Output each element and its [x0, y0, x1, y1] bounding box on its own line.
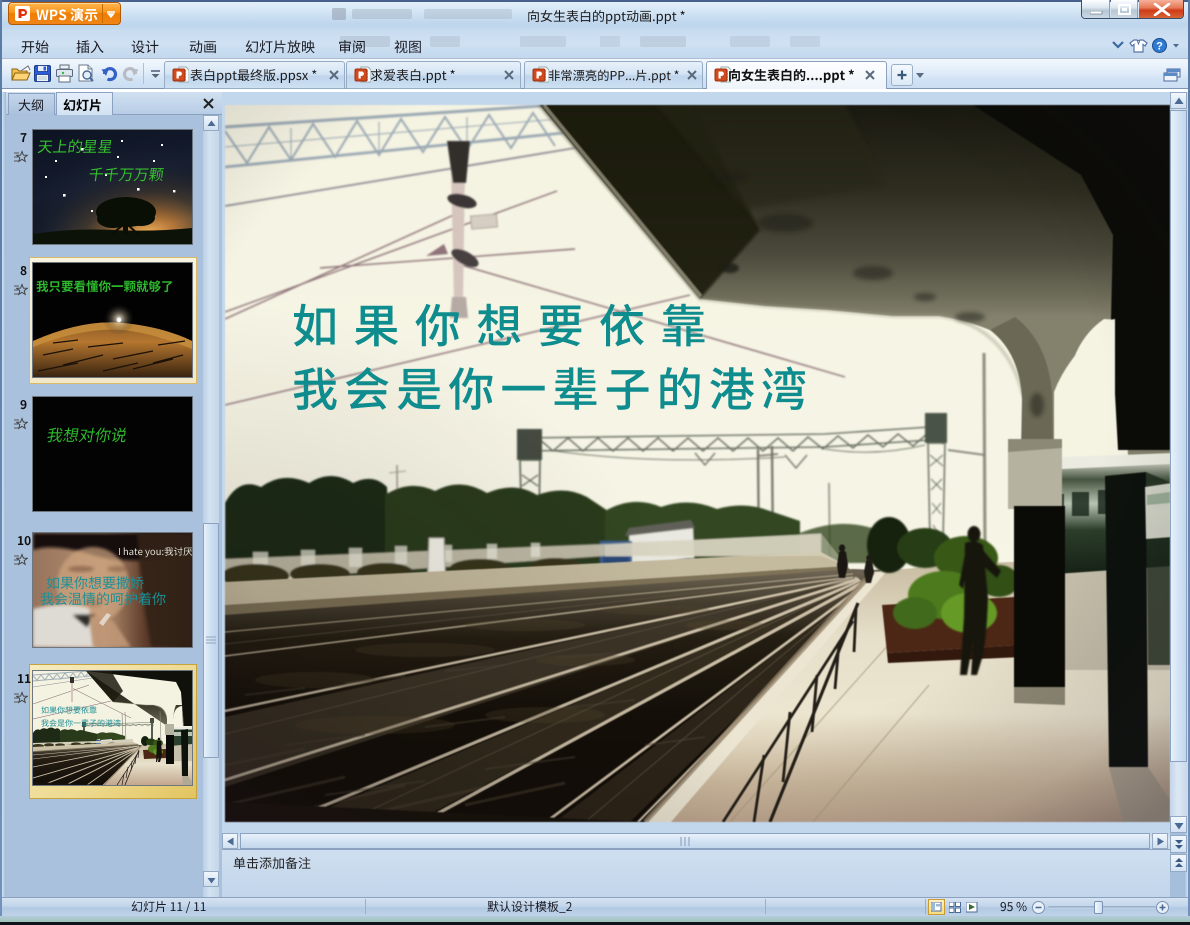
svg-text:?: ? [1156, 41, 1163, 53]
